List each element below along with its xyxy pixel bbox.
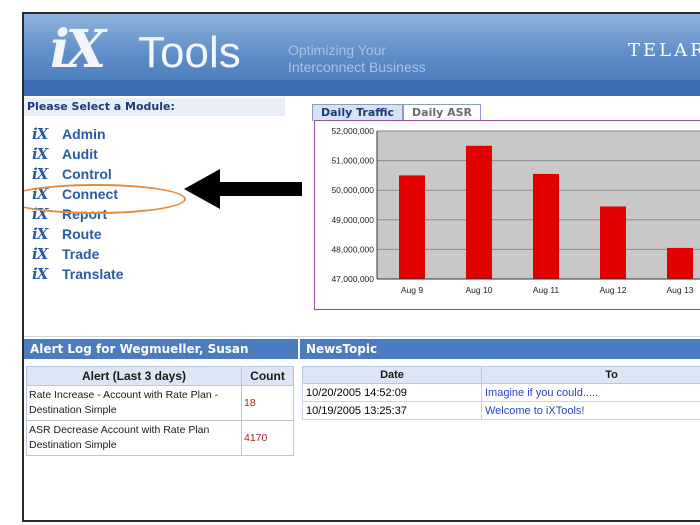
- header-subbar: [24, 80, 700, 96]
- module-admin[interactable]: iX Admin: [32, 124, 123, 144]
- ix-module-icon: iX: [32, 145, 48, 163]
- tab-daily-traffic[interactable]: Daily Traffic: [312, 104, 404, 121]
- tagline-line-1: Optimizing Your: [288, 42, 387, 58]
- bar: [600, 206, 626, 279]
- tagline: Optimizing Your Interconnect Business: [288, 42, 426, 76]
- date-cell: 10/20/2005 14:52:09: [302, 383, 482, 402]
- alert-cell: Rate Increase - Account with Rate Plan -…: [26, 385, 242, 421]
- highlight-oval: [24, 184, 186, 214]
- alert-table: Alert (Last 3 days) Count Rate Increase …: [26, 366, 294, 456]
- app-window: iX Tools Optimizing Your Interconnect Bu…: [22, 12, 700, 522]
- alert-cell: ASR Decrease Account with Rate Plan Dest…: [26, 420, 242, 456]
- pointer-arrow-icon: [184, 169, 302, 209]
- ix-module-icon: iX: [32, 245, 48, 263]
- news-topic-title: NewsTopic: [298, 339, 700, 359]
- module-heading: Please Select a Module:: [24, 98, 285, 116]
- ix-module-icon: iX: [32, 265, 48, 283]
- date-cell: 10/19/2005 13:25:37: [302, 401, 482, 420]
- module-control[interactable]: iX Control: [32, 164, 123, 184]
- brand-logo: TELAR: [628, 40, 700, 61]
- bar: [667, 247, 693, 279]
- module-route[interactable]: iX Route: [32, 224, 123, 244]
- module-label: Trade: [62, 246, 100, 262]
- module-translate[interactable]: iX Translate: [32, 264, 123, 284]
- chart-svg: 52,000,000 51,000,000 50,000,000 49,000,000…: [331, 126, 700, 295]
- count-cell[interactable]: 4170: [241, 420, 294, 456]
- y-tick-label: 47,000,000: [331, 274, 374, 284]
- table-row: 10/19/2005 13:25:37 Welcome to iXTools!: [302, 401, 700, 420]
- news-table: Date To 10/20/2005 14:52:09 Imagine if y…: [302, 366, 700, 420]
- bar: [466, 145, 492, 279]
- topic-column-header: To: [481, 366, 700, 384]
- section-divider: [24, 336, 700, 337]
- bar: [399, 175, 425, 279]
- ix-module-icon: iX: [32, 165, 48, 183]
- ix-module-icon: iX: [32, 225, 48, 243]
- news-topic-link[interactable]: Imagine if you could.....: [481, 383, 700, 402]
- module-label: Control: [62, 166, 112, 182]
- bar: [533, 173, 559, 279]
- daily-traffic-chart: 52,000,000 51,000,000 50,000,000 49,000,000…: [314, 120, 700, 310]
- table-row: Rate Increase - Account with Rate Plan -…: [26, 385, 294, 421]
- tools-logo-text: Tools: [138, 28, 241, 77]
- x-tick-label: Aug 11: [533, 285, 560, 295]
- ix-logo: iX: [50, 19, 106, 80]
- news-topic-link[interactable]: Welcome to iXTools!: [481, 401, 700, 420]
- module-label: Admin: [62, 126, 106, 142]
- x-tick-label: Aug 13: [667, 285, 694, 295]
- y-tick-label: 52,000,000: [331, 126, 374, 136]
- ix-module-icon: iX: [32, 125, 48, 143]
- count-cell[interactable]: 18: [241, 385, 294, 421]
- table-row: ASR Decrease Account with Rate Plan Dest…: [26, 420, 294, 456]
- table-row: 10/20/2005 14:52:09 Imagine if you could…: [302, 383, 700, 402]
- module-audit[interactable]: iX Audit: [32, 144, 123, 164]
- module-label: Audit: [62, 146, 98, 162]
- tagline-line-2: Interconnect Business: [288, 59, 426, 75]
- y-tick-label: 49,000,000: [331, 215, 374, 225]
- x-tick-label: Aug 9: [401, 285, 423, 295]
- date-column-header: Date: [302, 366, 482, 384]
- count-column-header: Count: [241, 366, 294, 386]
- module-trade[interactable]: iX Trade: [32, 244, 123, 264]
- y-tick-label: 48,000,000: [331, 244, 374, 254]
- tab-daily-asr[interactable]: Daily ASR: [403, 104, 482, 121]
- header-banner: iX Tools Optimizing Your Interconnect Bu…: [24, 14, 700, 80]
- y-tick-label: 51,000,000: [331, 156, 374, 166]
- chart-tabs: Daily Traffic Daily ASR: [312, 104, 482, 121]
- x-tick-label: Aug 12: [600, 285, 627, 295]
- module-label: Translate: [62, 266, 124, 282]
- alert-log-title: Alert Log for Wegmueller, Susan: [24, 339, 304, 359]
- module-label: Route: [62, 226, 102, 242]
- x-tick-label: Aug 10: [466, 285, 493, 295]
- y-tick-label: 50,000,000: [331, 185, 374, 195]
- alert-column-header: Alert (Last 3 days): [26, 366, 242, 386]
